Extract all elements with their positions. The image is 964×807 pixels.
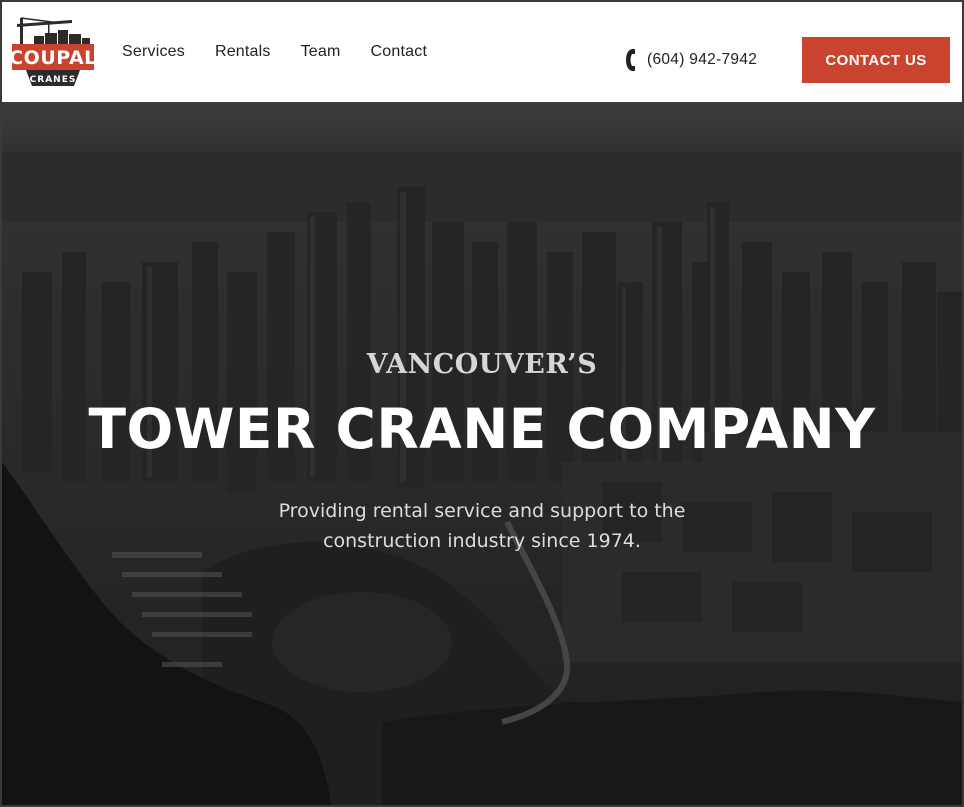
site-header: COUPAL CRANES Services Rentals Team Cont… (2, 2, 962, 102)
hero-eyebrow: VANCOUVER’S (366, 349, 598, 380)
nav-team[interactable]: Team (301, 43, 341, 61)
coupal-cranes-logo[interactable]: COUPAL CRANES (9, 16, 96, 90)
nav-services[interactable]: Services (122, 43, 185, 61)
hero-tagline: Providing rental service and support to … (278, 500, 686, 552)
phone-link[interactable]: (604) 942-7942 (624, 48, 757, 72)
logo-subtext: CRANES (30, 75, 77, 85)
phone-icon (624, 48, 638, 72)
hero-headline: TOWER CRANE COMPANY (88, 397, 876, 461)
main-nav: Services Rentals Team Contact (122, 2, 457, 102)
nav-rentals[interactable]: Rentals (215, 43, 271, 61)
logo-wordmark: COUPAL (12, 47, 94, 69)
contact-us-button[interactable]: CONTACT US (802, 37, 950, 83)
hero-section: VANCOUVER’S TOWER CRANE COMPANY Providin… (2, 102, 962, 805)
browser-viewport: COUPAL CRANES Services Rentals Team Cont… (0, 0, 964, 807)
phone-number: (604) 942-7942 (647, 51, 758, 68)
nav-contact[interactable]: Contact (371, 43, 428, 61)
